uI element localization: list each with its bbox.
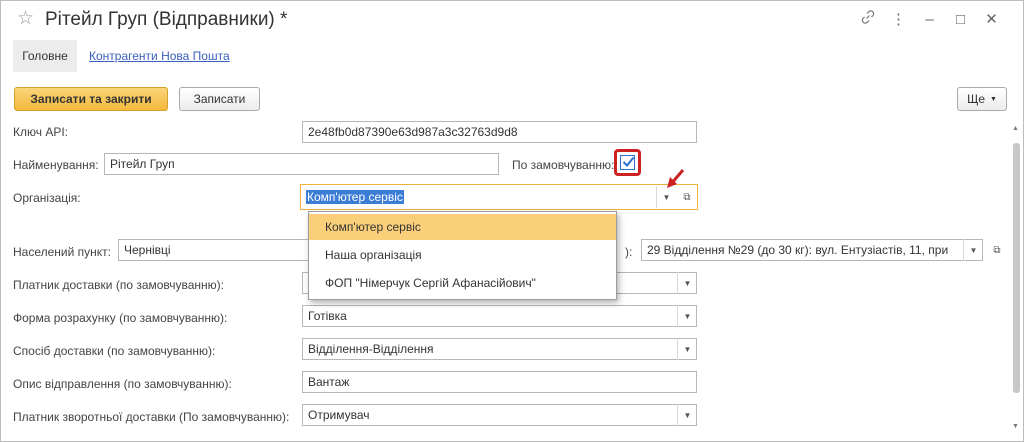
city-input[interactable]: Чернівці: [118, 239, 318, 261]
default-label: По замовчуванню:: [512, 158, 615, 172]
description-label: Опис відправлення (по замовчуванню):: [13, 377, 232, 391]
arrow-pointer-icon: [667, 169, 685, 188]
name-input[interactable]: Рітейл Груп: [104, 153, 499, 175]
return-payer-label: Платник зворотньої доставки (По замовчув…: [13, 410, 290, 424]
branch-paren: ):: [625, 245, 633, 259]
dropdown-item[interactable]: Наша організація: [309, 242, 616, 268]
link-icon[interactable]: [852, 10, 883, 30]
default-checkbox[interactable]: [620, 155, 635, 170]
scroll-down-icon[interactable]: ▼: [1012, 423, 1019, 430]
save-button[interactable]: Записати: [179, 87, 260, 111]
form-window: ☆ Рітейл Груп (Відправники) * ⋮ – □ ✕ Го…: [0, 0, 1024, 442]
save-and-close-button[interactable]: Записати та закрити: [14, 87, 168, 111]
branch-open-icon[interactable]: ⧉: [988, 239, 1006, 261]
minimize-icon[interactable]: –: [914, 10, 945, 30]
payer-label: Платник доставки (по замовчуванню):: [13, 278, 225, 292]
default-checkbox-highlight: [614, 149, 641, 176]
window-controls: ⋮ – □ ✕: [852, 10, 1007, 30]
more-button[interactable]: Ще ▼: [957, 87, 1007, 111]
organization-input[interactable]: Комп'ютер сервіс: [300, 184, 698, 210]
payment-form-label: Форма розрахунку (по замовчуванню):: [13, 311, 228, 325]
organization-dropdown-list: Комп'ютер сервіс Наша організація ФОП "Н…: [308, 211, 617, 300]
payment-form-dropdown-button[interactable]: ▼: [677, 305, 697, 327]
scroll-up-icon[interactable]: ▲: [1012, 125, 1019, 132]
branch-dropdown-button[interactable]: ▼: [963, 239, 983, 261]
dropdown-item[interactable]: ФОП "Німерчук Сергій Афанасійович": [309, 270, 616, 296]
dropdown-item[interactable]: Комп'ютер сервіс: [309, 214, 616, 240]
api-key-input[interactable]: 2e48fb0d87390e63d987a3c32763d9d8: [302, 121, 697, 143]
delivery-method-label: Спосіб доставки (по замовчуванню):: [13, 344, 216, 358]
name-label: Найменування:: [13, 158, 99, 172]
maximize-icon[interactable]: □: [945, 10, 976, 30]
return-payer-dropdown-button[interactable]: ▼: [677, 404, 697, 426]
api-key-label: Ключ API:: [13, 125, 68, 139]
more-button-label: Ще: [967, 92, 985, 106]
organization-label: Організація:: [13, 191, 81, 205]
star-icon[interactable]: ☆: [17, 8, 34, 30]
payment-form-input[interactable]: Готівка: [302, 305, 697, 327]
organization-selected-text: Комп'ютер сервіс: [306, 190, 404, 204]
branch-input[interactable]: 29 Відділення №29 (до 30 кг): вул. Ентуз…: [641, 239, 983, 261]
delivery-method-input[interactable]: Відділення-Відділення: [302, 338, 697, 360]
scrollbar-thumb[interactable]: [1013, 143, 1020, 393]
vertical-scrollbar[interactable]: ▲ ▼: [1010, 123, 1022, 439]
payer-dropdown-button[interactable]: ▼: [677, 272, 697, 294]
chevron-down-icon: ▼: [990, 95, 997, 103]
more-icon[interactable]: ⋮: [883, 10, 914, 30]
city-label: Населений пункт:: [13, 245, 111, 259]
check-icon: [622, 156, 635, 167]
description-input[interactable]: Вантаж: [302, 371, 697, 393]
return-payer-input[interactable]: Отримувач: [302, 404, 697, 426]
close-icon[interactable]: ✕: [976, 10, 1007, 30]
tab-contractors-link[interactable]: Контрагенти Нова Пошта: [89, 49, 230, 63]
delivery-method-dropdown-button[interactable]: ▼: [677, 338, 697, 360]
tab-main[interactable]: Головне: [13, 40, 77, 72]
window-title: Рітейл Груп (Відправники) *: [45, 9, 288, 30]
